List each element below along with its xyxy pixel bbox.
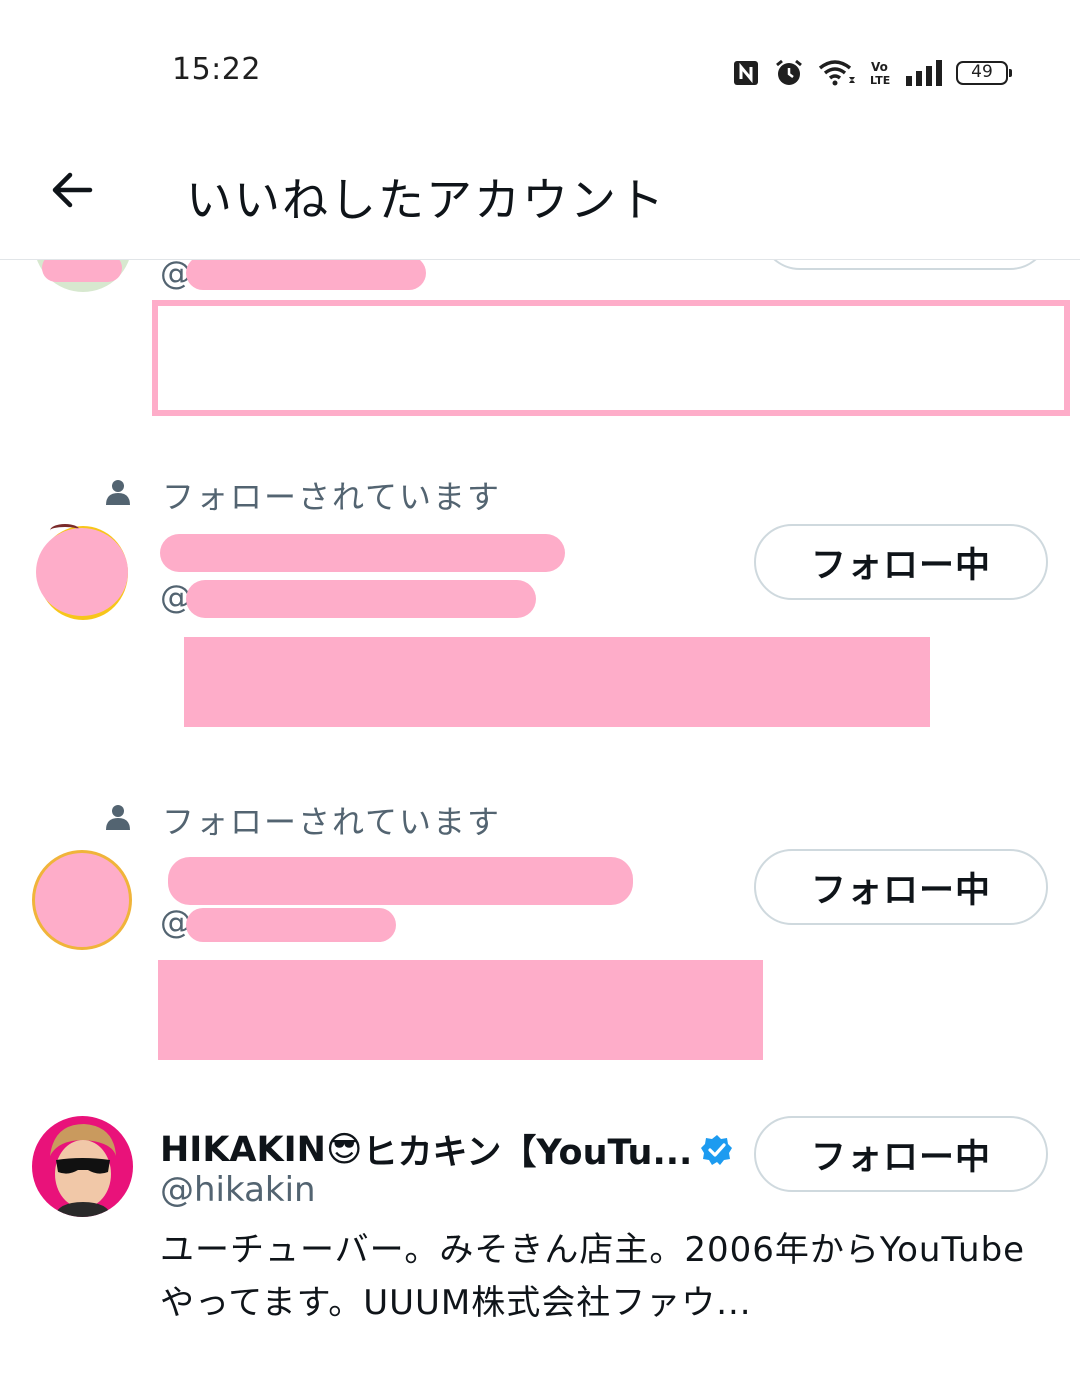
avatar[interactable] [32, 850, 132, 950]
follows-you-label: フォローされています [162, 803, 502, 841]
redacted-bio [158, 960, 763, 1060]
svg-text:LTE: LTE [870, 74, 890, 87]
avatar-hikakin[interactable] [32, 1116, 133, 1217]
follows-you-label: フォローされています [162, 478, 502, 516]
user-bio-hikakin: ユーチューバー。みそきん店主。2006年からYouTubeやってます。UUUM株… [160, 1230, 1026, 1323]
page-title: いいねしたアカウント [186, 173, 666, 227]
avatar[interactable] [34, 260, 132, 292]
display-name-hikakin[interactable]: HIKAKIN 😎 ヒカキン【YouTu... [160, 1124, 734, 1175]
wifi-icon [818, 60, 855, 86]
redacted-display-name [160, 534, 565, 572]
alarm-icon [776, 59, 802, 85]
name-prefix: HIKAKIN [160, 1129, 326, 1170]
person-icon [106, 480, 130, 505]
person-icon [106, 805, 130, 830]
redacted-handle [186, 908, 396, 942]
redacted-handle [186, 260, 426, 290]
nfc-icon [734, 61, 758, 85]
user-handle-hikakin: @hikakin [160, 1170, 316, 1210]
redacted-bio [184, 637, 930, 727]
redacted-handle [186, 580, 536, 618]
svg-text:Vo: Vo [871, 60, 888, 74]
sunglasses-emoji-icon: 😎 [325, 1129, 363, 1170]
following-button[interactable]: フォロー中 [754, 849, 1048, 925]
signal-icon [906, 60, 942, 86]
status-icons: Vo LTE 49 [732, 56, 1012, 90]
redacted-display-name [168, 857, 633, 905]
name-suffix: ヒカキン【YouTu... [362, 1133, 693, 1173]
profile-photo-icon [50, 1124, 116, 1217]
verified-badge-icon [701, 1134, 733, 1165]
redacted-bio [152, 300, 1070, 416]
status-time: 15:22 [172, 52, 261, 87]
back-arrow-icon[interactable] [48, 166, 96, 214]
following-button[interactable]: フォロー中 [754, 1116, 1048, 1192]
follow-button-partial[interactable] [760, 260, 1050, 270]
battery-icon: 49 [956, 61, 1012, 85]
volte-icon: Vo LTE [870, 60, 890, 87]
following-button[interactable]: フォロー中 [754, 524, 1048, 600]
avatar[interactable] [34, 524, 130, 624]
